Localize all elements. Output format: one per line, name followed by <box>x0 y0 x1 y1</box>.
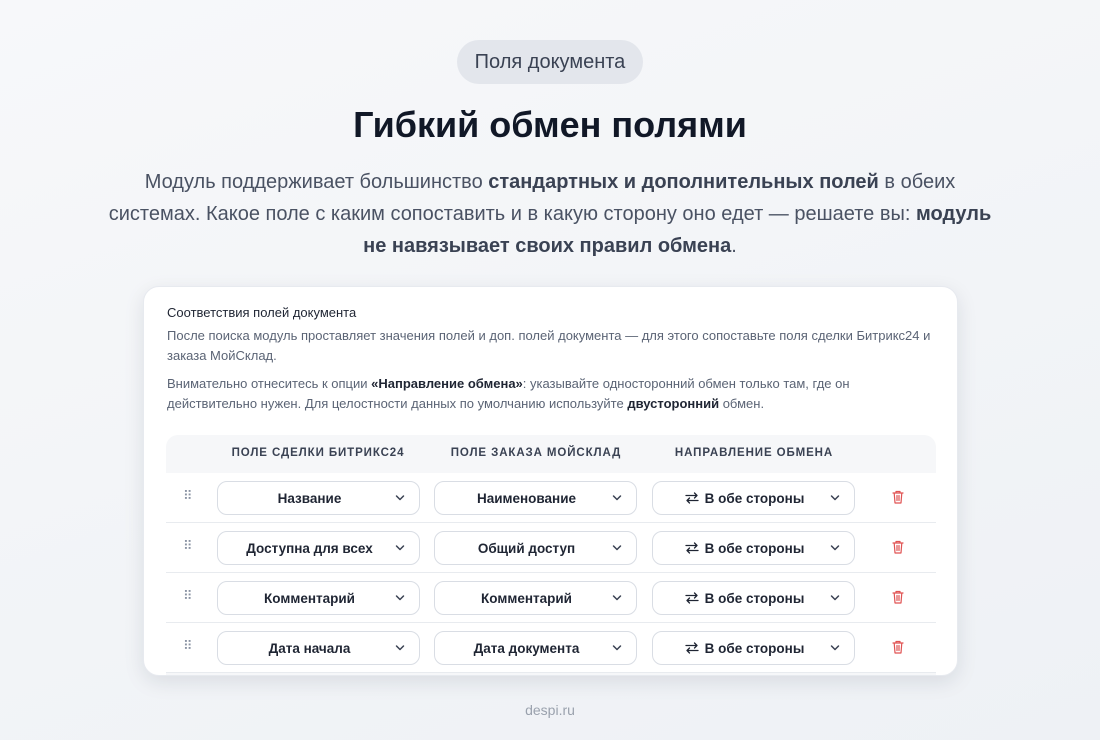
swap-arrows-icon <box>684 642 699 654</box>
trash-icon[interactable] <box>892 640 904 654</box>
lead-bold-1: стандартных и дополнительных полей <box>488 171 879 193</box>
select-value: Доступна для всех <box>246 540 373 556</box>
drag-handle-icon[interactable]: ⠿ <box>183 539 193 553</box>
drag-handle-icon[interactable]: ⠿ <box>183 489 193 503</box>
select-value: В обе стороны <box>704 590 805 606</box>
card-warning: Внимательно отнеситесь к опции «Направле… <box>167 374 937 414</box>
ms-field-select[interactable]: Дата документа <box>434 631 637 665</box>
select-value: Название <box>277 490 342 506</box>
chevron-down-icon <box>830 545 840 551</box>
select-value: Наименование <box>476 490 577 506</box>
card-title: Соответствия полей документа <box>167 305 357 320</box>
b24-field-select[interactable]: Комментарий <box>217 581 420 615</box>
drag-handle-icon[interactable]: ⠿ <box>183 589 193 603</box>
select-value: Дата начала <box>268 640 351 656</box>
chevron-down-icon <box>395 495 405 501</box>
ms-field-select[interactable]: Наименование <box>434 481 637 515</box>
footer-site-link[interactable]: despi.ru <box>0 702 1100 718</box>
select-value: Комментарий <box>264 590 355 606</box>
swap-arrows-icon <box>684 592 699 604</box>
chevron-down-icon <box>612 645 622 651</box>
ms-field-select[interactable]: Комментарий <box>434 581 637 615</box>
direction-select[interactable]: В обе стороны <box>652 531 855 565</box>
select-value: Дата документа <box>473 640 580 656</box>
table-row: ⠿ Доступна для всех Общий доступ В обе с… <box>166 523 936 573</box>
chevron-down-icon <box>830 645 840 651</box>
header-ms-field: ПОЛЕ ЗАКАЗА МОЙСКЛАД <box>450 447 622 459</box>
card-description: После поиска модуль проставляет значения… <box>167 328 931 363</box>
select-value: В обе стороны <box>704 640 805 656</box>
select-value: В обе стороны <box>704 540 805 556</box>
direction-select[interactable]: В обе стороны <box>652 481 855 515</box>
warning-option-name: «Направление обмена» <box>371 376 523 391</box>
chevron-down-icon <box>830 495 840 501</box>
lead-paragraph: Модуль поддерживает большинство стандарт… <box>100 166 1000 262</box>
b24-field-select[interactable]: Название <box>217 481 420 515</box>
chevron-down-icon <box>612 545 622 551</box>
select-value: В обе стороны <box>704 490 805 506</box>
warning-bold-bidirectional: двусторонний <box>627 396 720 411</box>
select-value: Комментарий <box>481 590 572 606</box>
swap-arrows-icon <box>684 492 699 504</box>
b24-field-select[interactable]: Дата начала <box>217 631 420 665</box>
trash-icon[interactable] <box>892 490 904 504</box>
trash-icon[interactable] <box>892 590 904 604</box>
page-title: Гибкий обмен полями <box>353 104 747 145</box>
table-header: ПОЛЕ СДЕЛКИ БИТРИКС24 ПОЛЕ ЗАКАЗА МОЙСКЛ… <box>166 435 936 473</box>
field-mapping-card: Соответствия полей документа После поиск… <box>143 286 958 676</box>
section-badge: Поля документа <box>457 40 643 84</box>
header-direction: НАПРАВЛЕНИЕ ОБМЕНА <box>674 447 834 459</box>
warning-text-1: Внимательно отнеситесь к опции <box>167 376 372 391</box>
table-row: ⠿ Дата начала Дата документа В обе сторо… <box>166 623 936 673</box>
lead-text-3: . <box>731 235 737 257</box>
chevron-down-icon <box>830 595 840 601</box>
mapping-table: ПОЛЕ СДЕЛКИ БИТРИКС24 ПОЛЕ ЗАКАЗА МОЙСКЛ… <box>166 435 936 675</box>
drag-handle-icon[interactable]: ⠿ <box>183 639 193 653</box>
b24-field-select[interactable]: Доступна для всех <box>217 531 420 565</box>
lead-text-1: Модуль поддерживает большинство <box>144 171 489 193</box>
table-row: ⠿ Комментарий Комментарий В обе стороны <box>166 573 936 623</box>
direction-select[interactable]: В обе стороны <box>652 581 855 615</box>
chevron-down-icon <box>612 495 622 501</box>
swap-arrows-icon <box>684 542 699 554</box>
direction-select[interactable]: В обе стороны <box>652 631 855 665</box>
chevron-down-icon <box>395 645 405 651</box>
trash-icon[interactable] <box>892 540 904 554</box>
chevron-down-icon <box>395 595 405 601</box>
table-row: ⠿ Название Наименование В обе стороны <box>166 473 936 523</box>
chevron-down-icon <box>612 595 622 601</box>
header-b24-field: ПОЛЕ СДЕЛКИ БИТРИКС24 <box>231 447 405 459</box>
chevron-down-icon <box>395 545 405 551</box>
ms-field-select[interactable]: Общий доступ <box>434 531 637 565</box>
warning-text-3: обмен. <box>719 396 765 411</box>
select-value: Общий доступ <box>477 540 576 556</box>
